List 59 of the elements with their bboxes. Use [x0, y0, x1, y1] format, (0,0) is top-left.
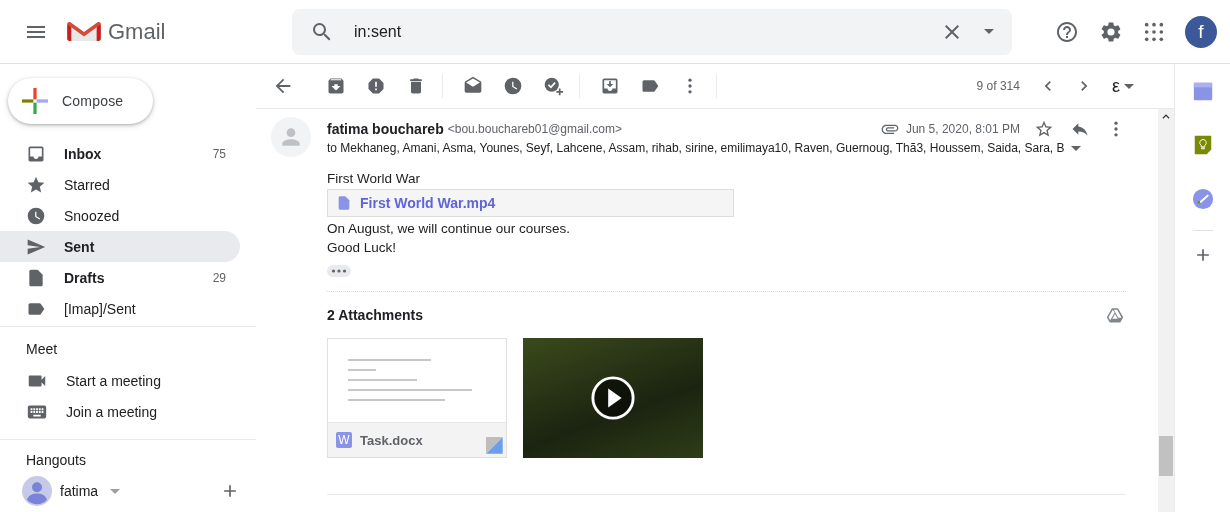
section-title: Meet — [25, 340, 59, 359]
check-circle-icon[interactable] — [1191, 188, 1214, 210]
plus-icon — [22, 88, 48, 114]
folder-item[interactable]: Drafts 29 — [0, 262, 240, 293]
meet-item[interactable]: Join a meeting — [0, 396, 240, 427]
recipients: to Mekhaneg, Amani, Asma, Younes, Seyf, Lahcene, Assam, rihab, sirine, emilimaya10, Raven, Guernoug, Thã3, Houssem, Saida, Sara, B — [327, 141, 1065, 155]
unread-count: 29 — [212, 270, 226, 285]
archive-icon[interactable] — [326, 76, 346, 96]
star-outline-icon[interactable] — [1034, 119, 1054, 139]
message-position: 9 of 314 — [976, 79, 1020, 93]
file-icon — [336, 195, 352, 211]
message-text: Good Luck! — [327, 239, 398, 257]
section-title: Hangouts — [25, 451, 87, 470]
compose-button[interactable]: Compose — [8, 78, 153, 124]
message-date: Jun 5, 2020, 8:01 PM — [905, 122, 1020, 136]
hangouts-user[interactable]: fatima — [60, 483, 99, 499]
video-thumbnail[interactable] — [523, 338, 703, 458]
clock-icon[interactable] — [503, 76, 523, 96]
folded-corner-icon — [486, 437, 506, 457]
file-type-badge: W — [336, 432, 352, 448]
caret-icon — [1124, 83, 1134, 89]
show-trimmed-content-icon[interactable] — [327, 265, 351, 277]
scrollbar-thumb[interactable] — [1159, 436, 1173, 476]
search-field[interactable]: in:sent — [354, 22, 920, 41]
message-text: First World War — [327, 170, 421, 188]
drive-icon[interactable] — [1106, 306, 1124, 324]
help-icon[interactable] — [1055, 19, 1079, 44]
settings-icon[interactable] — [1099, 19, 1123, 44]
attachment-name: Task.docx — [360, 432, 423, 448]
user-avatar-icon — [22, 476, 52, 506]
attachment-card[interactable]: W Task.docx — [327, 338, 507, 458]
caret-icon[interactable] — [984, 29, 994, 34]
caret-icon[interactable] — [1070, 145, 1081, 151]
folder-item[interactable]: Starred — [0, 169, 240, 200]
caret-icon[interactable] — [110, 488, 121, 494]
drive-file-link[interactable]: First World War.mp4 — [327, 189, 734, 217]
attachments-title: 2 Attachments — [327, 307, 423, 323]
input-tools-button[interactable]: ε — [1111, 75, 1134, 97]
move-to-inbox-icon[interactable] — [600, 76, 620, 96]
meet-item[interactable]: Start a meeting — [0, 365, 240, 396]
folder-item[interactable]: Sent — [0, 231, 240, 262]
search-bar[interactable]: in:sent — [292, 8, 1012, 55]
folder-item[interactable]: Inbox 75 — [0, 138, 240, 169]
message-text: On August, we will continue our courses. — [327, 220, 572, 238]
report-icon[interactable] — [366, 76, 386, 96]
calendar-icon[interactable] — [1191, 80, 1214, 102]
folder-item[interactable]: Snoozed — [0, 200, 240, 231]
sender-name: fatima bouchareb — [327, 121, 444, 137]
file-icon — [26, 267, 46, 288]
account-avatar[interactable]: f — [1185, 15, 1217, 48]
apps-grid-icon[interactable] — [1143, 20, 1165, 43]
folder-item[interactable]: [Imap]/Sent — [0, 293, 240, 324]
add-task-icon[interactable] — [543, 76, 563, 96]
clock-icon — [26, 205, 46, 226]
unread-count: 75 — [212, 146, 226, 161]
envelope-icon[interactable] — [463, 76, 483, 96]
app-name[interactable]: Gmail — [108, 18, 166, 45]
play-icon[interactable] — [590, 375, 636, 421]
sender-email: <bou.bouchareb01@gmail.com> — [447, 122, 622, 136]
